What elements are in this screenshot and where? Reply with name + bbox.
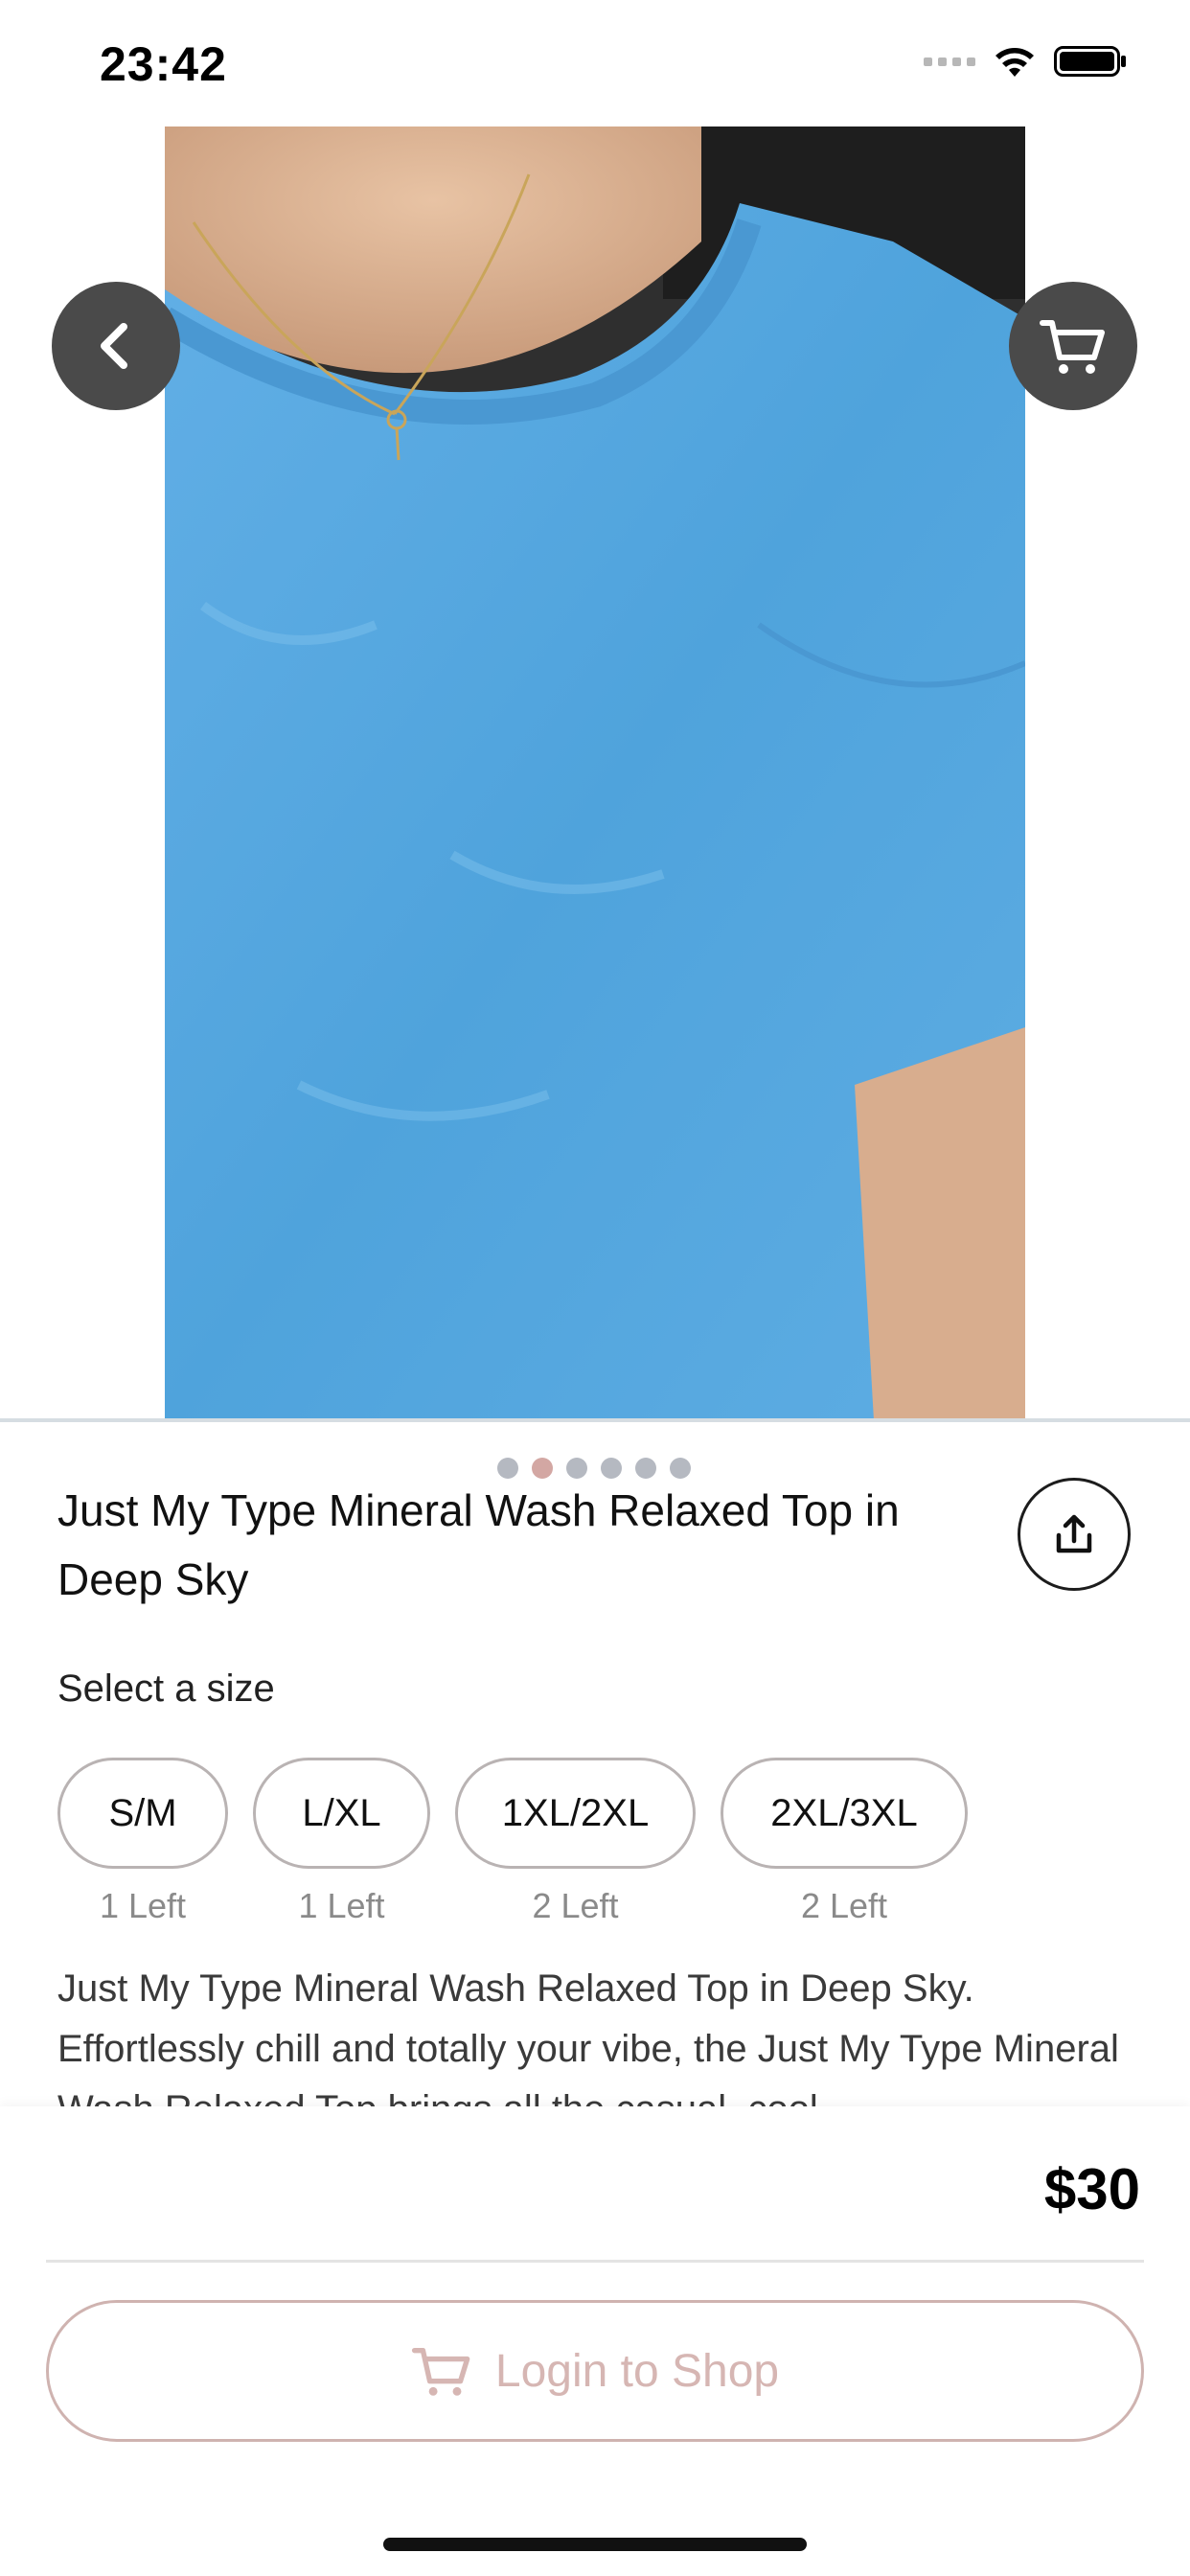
share-button[interactable]: [1018, 1478, 1131, 1591]
home-indicator[interactable]: [383, 2538, 807, 2551]
status-bar: 23:42: [0, 0, 1190, 126]
section-divider: [0, 1418, 1190, 1422]
login-button-label: Login to Shop: [494, 2345, 780, 2397]
battery-icon: [1054, 46, 1126, 77]
size-stock-1xl-2xl: 2 Left: [532, 1886, 619, 1925]
status-icons: [924, 44, 1127, 79]
size-stock-l-xl: 1 Left: [298, 1886, 385, 1925]
size-option-l-xl[interactable]: L/XL: [253, 1758, 430, 1869]
size-prompt: Select a size: [57, 1668, 275, 1710]
back-button[interactable]: [52, 282, 180, 410]
cellular-signal-icon: [924, 57, 975, 66]
product-image[interactable]: [165, 126, 1025, 1420]
wifi-icon: [995, 48, 1034, 77]
cart-button[interactable]: [1009, 282, 1137, 410]
purchase-bar: $30 Login to Shop: [0, 2106, 1190, 2576]
cart-icon: [411, 2348, 470, 2396]
size-stock-2xl-3xl: 2 Left: [800, 1886, 888, 1925]
chevron-left-icon: [101, 323, 127, 369]
size-option-2xl-3xl[interactable]: 2XL/3XL: [721, 1758, 968, 1869]
product-description: Just My Type Mineral Wash Relaxed Top in…: [57, 1967, 1119, 2106]
status-time: 23:42: [100, 37, 227, 91]
product-gallery[interactable]: [0, 126, 1190, 1499]
bar-divider: [46, 2260, 1144, 2263]
product-title: Just My Type Mineral Wash Relaxed Top in…: [57, 1485, 900, 1604]
size-option-1xl-2xl[interactable]: 1XL/2XL: [455, 1758, 696, 1869]
size-stock-s-m: 1 Left: [99, 1886, 187, 1925]
cart-icon: [1040, 320, 1105, 374]
product-price: $30: [1043, 2157, 1140, 2221]
share-icon: [1056, 1514, 1092, 1553]
size-option-s-m[interactable]: S/M: [57, 1758, 228, 1869]
login-to-shop-button[interactable]: Login to Shop: [46, 2300, 1144, 2442]
